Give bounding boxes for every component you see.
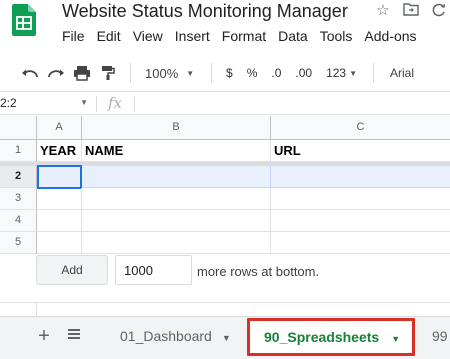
column-divider (36, 303, 37, 317)
redo-icon[interactable] (46, 60, 66, 86)
menu-tools[interactable]: Tools (314, 26, 359, 46)
chevron-down-icon: ▼ (80, 98, 88, 107)
tab-01-dashboard[interactable]: 01_Dashboard ▼ (120, 317, 231, 357)
column-header-b[interactable]: B (82, 116, 271, 140)
chevron-down-icon: ▼ (186, 68, 195, 78)
add-rows-bar: Add more rows at bottom. (0, 250, 450, 290)
cell-a1[interactable]: YEAR (37, 140, 82, 162)
cell-b4[interactable] (82, 210, 271, 232)
row-header-4[interactable]: 4 (0, 210, 37, 232)
tab-90-spreadsheets-active[interactable]: 90_Spreadsheets ▼ (247, 318, 415, 356)
tab-label: 01_Dashboard (120, 328, 212, 344)
add-sheet-icon[interactable]: + (35, 325, 53, 349)
add-rows-label: more rows at bottom. (197, 264, 320, 279)
rows-count-input[interactable] (115, 255, 192, 285)
cell-a4[interactable] (37, 210, 82, 232)
all-sheets-menu-icon[interactable] (66, 327, 82, 345)
increase-decimal-button[interactable]: .00 (291, 60, 316, 86)
sheet-tab-bar: + 01_Dashboard ▼ 90_Spreadsheets ▼ 99 (0, 316, 450, 359)
toolbar-divider (211, 63, 212, 83)
paint-format-icon[interactable] (98, 60, 118, 86)
document-title[interactable]: Website Status Monitoring Manager (62, 1, 348, 22)
cell-b2[interactable] (82, 166, 271, 188)
menu-add-ons[interactable]: Add-ons (358, 26, 422, 46)
column-header-a[interactable]: A (37, 116, 82, 140)
undo-icon[interactable] (20, 60, 40, 86)
decrease-decimal-button[interactable]: .0 (267, 60, 285, 86)
formula-bar: 2:2 ▼ fx (0, 91, 450, 115)
menu-edit[interactable]: Edit (91, 26, 127, 46)
name-box[interactable]: 2:2 ▼ (0, 92, 92, 114)
cell-c4[interactable] (271, 210, 450, 232)
column-header-c[interactable]: C (271, 116, 450, 140)
font-select[interactable]: Arial (384, 60, 414, 86)
cell-c1[interactable]: URL (271, 140, 450, 162)
star-icon[interactable]: ☆ (374, 2, 392, 20)
format-percent-button[interactable]: % (243, 60, 262, 86)
formula-divider (134, 96, 135, 112)
move-to-folder-icon[interactable] (402, 2, 420, 20)
menu-data[interactable]: Data (272, 26, 314, 46)
title-bar: Website Status Monitoring Manager ☆ File… (0, 0, 450, 56)
formula-divider (96, 96, 97, 112)
grid-bottom-strip (0, 302, 450, 317)
menu-format[interactable]: Format (216, 26, 272, 46)
zoom-select[interactable]: 100% ▼ (141, 60, 199, 86)
google-sheets-logo-icon[interactable] (12, 4, 36, 36)
chevron-down-icon[interactable]: ▼ (391, 334, 400, 344)
more-formats-select[interactable]: 123 ▼ (322, 60, 361, 86)
title-actions: ☆ (374, 2, 448, 20)
fx-icon: fx (108, 94, 123, 112)
name-box-value: 2:2 (0, 96, 17, 110)
row-header-2[interactable]: 2 (0, 166, 37, 188)
menu-file[interactable]: File (56, 26, 91, 46)
toolbar-divider (373, 63, 375, 83)
cell-b3[interactable] (82, 188, 271, 210)
tab-99[interactable]: 99 (432, 317, 448, 357)
print-icon[interactable] (72, 60, 92, 86)
row-header-1[interactable]: 1 (0, 140, 37, 162)
menu-insert[interactable]: Insert (169, 26, 216, 46)
active-cell-outline (37, 165, 82, 189)
tab-label: 90_Spreadsheets (264, 329, 380, 345)
cell-c3[interactable] (271, 188, 450, 210)
cell-c2[interactable] (271, 166, 450, 188)
format-currency-button[interactable]: $ (222, 60, 237, 86)
add-rows-button[interactable]: Add (36, 255, 108, 285)
menu-bar: File Edit View Insert Format Data Tools … (56, 26, 423, 46)
spreadsheet-grid: A B C 1 YEAR NAME URL 2 3 4 5 (0, 116, 450, 254)
menu-view[interactable]: View (127, 26, 169, 46)
more-formats-label: 123 (326, 66, 347, 80)
chevron-down-icon: ▼ (349, 68, 358, 78)
toolbar-divider (130, 63, 131, 83)
cell-b1[interactable]: NAME (82, 140, 271, 162)
cell-a3[interactable] (37, 188, 82, 210)
toolbar: 100% ▼ $ % .0 .00 123 ▼ Arial (0, 58, 450, 88)
row-header-3[interactable]: 3 (0, 188, 37, 210)
chevron-down-icon[interactable]: ▼ (222, 333, 231, 343)
cloud-sync-icon[interactable] (430, 2, 448, 20)
zoom-value: 100% (145, 65, 179, 81)
select-all-corner[interactable] (0, 116, 37, 140)
